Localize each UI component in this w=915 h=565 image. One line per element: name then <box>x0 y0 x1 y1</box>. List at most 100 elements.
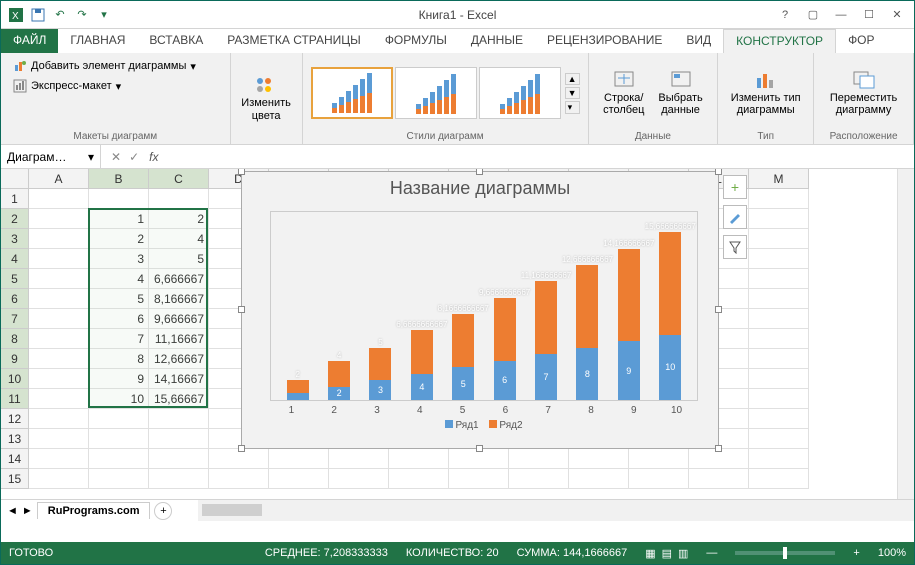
row-header[interactable]: 1 <box>1 189 29 209</box>
add-sheet-button[interactable]: + <box>154 502 172 520</box>
qat-dropdown-icon[interactable]: ▾ <box>95 6 113 24</box>
row-header[interactable]: 5 <box>1 269 29 289</box>
cell[interactable]: 4 <box>149 229 209 249</box>
cell[interactable] <box>329 449 389 469</box>
row-header[interactable]: 8 <box>1 329 29 349</box>
cell[interactable]: 2 <box>89 229 149 249</box>
sheet-nav-prev-icon[interactable]: ◄ <box>7 505 18 517</box>
cell[interactable]: 10 <box>89 389 149 409</box>
view-page-layout-icon[interactable]: ▤ <box>662 547 672 560</box>
cell[interactable] <box>29 409 89 429</box>
cell[interactable] <box>269 469 329 489</box>
cell[interactable] <box>29 349 89 369</box>
chart-style-1[interactable] <box>311 67 393 119</box>
cell[interactable] <box>29 449 89 469</box>
row-header[interactable]: 14 <box>1 449 29 469</box>
gallery-more-icon[interactable]: ▾ <box>565 101 580 114</box>
cell[interactable] <box>449 449 509 469</box>
column-header[interactable]: M <box>749 169 809 189</box>
chart-title[interactable]: Название диаграммы <box>242 172 718 205</box>
cell[interactable]: 7 <box>89 329 149 349</box>
gallery-down-icon[interactable]: ▼ <box>565 87 580 99</box>
cell[interactable]: 2 <box>149 209 209 229</box>
cell[interactable] <box>749 349 809 369</box>
view-normal-icon[interactable]: ▦ <box>645 547 655 560</box>
row-header[interactable]: 15 <box>1 469 29 489</box>
zoom-level[interactable]: 100% <box>878 547 906 559</box>
tab-view[interactable]: ВИД <box>674 29 723 53</box>
cell[interactable]: 5 <box>89 289 149 309</box>
cell[interactable] <box>749 189 809 209</box>
zoom-in-button[interactable]: + <box>853 547 859 559</box>
cell[interactable] <box>629 449 689 469</box>
worksheet-grid[interactable]: ABCDEFGHIJKLM 123456789101112131415 1224… <box>1 169 914 499</box>
zoom-out-button[interactable]: — <box>706 547 717 559</box>
cell[interactable] <box>29 469 89 489</box>
cell[interactable] <box>689 469 749 489</box>
select-data-button[interactable]: Выбрать данные <box>654 68 706 118</box>
tab-design[interactable]: КОНСТРУКТОР <box>723 29 836 53</box>
name-box[interactable]: Диаграм… ▾ <box>1 145 101 168</box>
cell[interactable] <box>749 409 809 429</box>
cell[interactable] <box>749 449 809 469</box>
cell[interactable] <box>749 389 809 409</box>
tab-home[interactable]: ГЛАВНАЯ <box>58 29 137 53</box>
cell[interactable] <box>29 429 89 449</box>
add-chart-element-button[interactable]: Добавить элемент диаграммы ▾ <box>9 57 200 75</box>
chart-style-3[interactable] <box>479 67 561 119</box>
row-header[interactable]: 12 <box>1 409 29 429</box>
cell[interactable] <box>449 469 509 489</box>
style-gallery[interactable]: ▲ ▼ ▾ <box>311 57 580 129</box>
row-header[interactable]: 3 <box>1 229 29 249</box>
cell[interactable] <box>749 229 809 249</box>
cancel-icon[interactable]: ✕ <box>111 150 121 164</box>
column-header[interactable]: C <box>149 169 209 189</box>
cell[interactable] <box>149 429 209 449</box>
chart-legend[interactable]: Ряд1 Ряд2 <box>242 420 718 431</box>
quick-layout-button[interactable]: Экспресс-макет ▾ <box>9 77 125 95</box>
cell[interactable] <box>329 469 389 489</box>
minimize-button[interactable]: — <box>828 5 854 25</box>
ribbon-display-button[interactable]: ▢ <box>800 5 826 25</box>
cell[interactable]: 6,666667 <box>149 269 209 289</box>
chevron-down-icon[interactable]: ▾ <box>88 150 94 164</box>
cell[interactable] <box>209 469 269 489</box>
close-button[interactable]: ✕ <box>884 5 910 25</box>
cell[interactable] <box>89 429 149 449</box>
cell[interactable]: 11,16667 <box>149 329 209 349</box>
cell[interactable] <box>749 329 809 349</box>
cell[interactable] <box>29 209 89 229</box>
cell[interactable] <box>149 449 209 469</box>
cell[interactable] <box>689 449 749 469</box>
cell[interactable]: 1 <box>89 209 149 229</box>
cell[interactable] <box>749 309 809 329</box>
move-chart-button[interactable]: Переместить диаграмму <box>826 68 901 118</box>
tab-formulas[interactable]: ФОРМУЛЫ <box>373 29 459 53</box>
cell[interactable] <box>509 469 569 489</box>
cell[interactable] <box>29 189 89 209</box>
chart-filters-button[interactable] <box>723 235 747 259</box>
cell[interactable] <box>29 329 89 349</box>
horizontal-scrollbar[interactable] <box>198 500 914 521</box>
zoom-slider[interactable] <box>735 551 835 555</box>
cell[interactable]: 6 <box>89 309 149 329</box>
cell[interactable] <box>29 289 89 309</box>
tab-page-layout[interactable]: РАЗМЕТКА СТРАНИЦЫ <box>215 29 373 53</box>
cell[interactable]: 3 <box>89 249 149 269</box>
cell[interactable] <box>749 429 809 449</box>
cell[interactable] <box>89 469 149 489</box>
column-header[interactable]: B <box>89 169 149 189</box>
row-header[interactable]: 4 <box>1 249 29 269</box>
cell[interactable] <box>749 269 809 289</box>
tab-review[interactable]: РЕЦЕНЗИРОВАНИЕ <box>535 29 674 53</box>
cell[interactable] <box>209 449 269 469</box>
chart-elements-button[interactable]: + <box>723 175 747 199</box>
row-header[interactable]: 2 <box>1 209 29 229</box>
cell[interactable]: 15,66667 <box>149 389 209 409</box>
cell[interactable] <box>749 469 809 489</box>
cell[interactable] <box>749 369 809 389</box>
cell[interactable]: 9 <box>89 369 149 389</box>
cell[interactable] <box>29 389 89 409</box>
cell[interactable] <box>389 469 449 489</box>
enter-icon[interactable]: ✓ <box>129 150 139 164</box>
